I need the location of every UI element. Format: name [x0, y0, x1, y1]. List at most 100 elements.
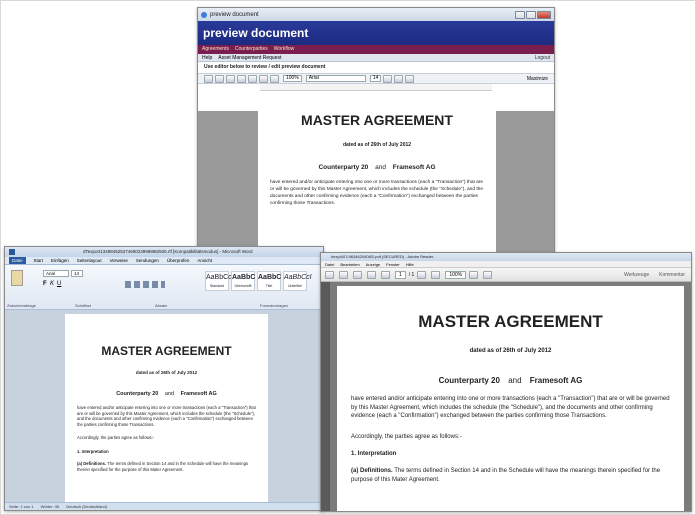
- zoom-in-icon[interactable]: [431, 270, 441, 279]
- tools-panel-button[interactable]: Werkzeuge: [624, 272, 649, 278]
- zoom-out-icon[interactable]: [417, 270, 427, 279]
- style-heading[interactable]: AaBbC Überschrift: [231, 271, 255, 291]
- tab-seitenlayout[interactable]: Seitenlayout: [77, 257, 102, 264]
- size-select[interactable]: 14: [71, 270, 83, 277]
- prev-page-icon[interactable]: [367, 270, 376, 279]
- doc-parties: Counterparty 20 and Framesoft AG: [270, 164, 484, 171]
- menu-bearbeiten[interactable]: Bearbeiten: [340, 261, 359, 267]
- page-number-input[interactable]: 1: [395, 270, 406, 279]
- tab-verweise[interactable]: Verweise: [110, 257, 128, 264]
- editor-toolbar: 100% Arial 14 Maximize: [198, 73, 554, 84]
- group-styles: Formatvorlagen: [260, 303, 289, 308]
- party-counterparty: Counterparty 20: [438, 376, 500, 385]
- window-controls: [515, 10, 551, 19]
- definitions-text: The terms defined in Section 14 and in t…: [351, 468, 661, 483]
- tab-ueberpruefen[interactable]: Überprüfen: [167, 257, 190, 264]
- menu-fenster[interactable]: Fenster: [386, 261, 400, 267]
- editor-ruler: [260, 84, 492, 91]
- word-statusbar: Seite: 1 von 1 Wörter: 95 Deutsch (Deuts…: [5, 502, 323, 510]
- reader-titlebar: hexp4/07/4634620408/2.pdf (SECURED) - Ad…: [321, 253, 691, 261]
- italic-icon[interactable]: [394, 74, 404, 83]
- page-total: / 1: [408, 271, 415, 278]
- doc-section-heading: 1. Interpretation: [77, 448, 109, 454]
- style-subtitle[interactable]: AaBbCcI Untertitel: [283, 271, 312, 291]
- open-icon[interactable]: [325, 270, 334, 279]
- composite-screenshot: preview document preview document Agreem…: [0, 0, 696, 515]
- logout-link[interactable]: Logout: [535, 54, 554, 61]
- nav-counterparties[interactable]: Counterparties: [235, 45, 268, 54]
- maximize-button[interactable]: [526, 10, 536, 19]
- asset-request-link[interactable]: Asset Management Request: [218, 54, 281, 61]
- group-clipboard: Zwischenablage: [7, 303, 36, 308]
- doc-title: MASTER AGREEMENT: [418, 312, 603, 331]
- party-framesoft: Framesoft AG: [392, 164, 436, 171]
- paste-icon[interactable]: [248, 74, 257, 83]
- fit-page-icon[interactable]: [469, 270, 479, 279]
- reader-navigation-pane[interactable]: [321, 282, 330, 511]
- nav-workflow[interactable]: Workflow: [274, 45, 294, 54]
- web-document-page: MASTER AGREEMENT dated as of 26th of Jul…: [258, 109, 496, 258]
- word-titlebar: dTexport13498452527469023998886/506.rtf …: [5, 247, 323, 257]
- help-link[interactable]: Help: [202, 54, 212, 61]
- doc-section-heading: 1. Interpretation: [351, 451, 397, 457]
- zoom-select[interactable]: 100%: [283, 75, 302, 82]
- align-icons[interactable]: [125, 281, 165, 288]
- tab-start[interactable]: Start: [34, 257, 44, 264]
- zoom-select[interactable]: 100%: [445, 270, 467, 279]
- menu-hilfe[interactable]: Hilfe: [406, 261, 414, 267]
- doc-paragraph: have entered and/or anticipate entering …: [77, 405, 256, 427]
- doc-parties: Counterparty 20 and Framesoft AG: [351, 376, 670, 385]
- save-icon[interactable]: [204, 74, 213, 83]
- font-select[interactable]: Arial: [43, 270, 69, 277]
- reader-window: hexp4/07/4634620408/2.pdf (SECURED) - Ad…: [320, 252, 692, 512]
- bold-icon[interactable]: F: [43, 281, 47, 287]
- reader-toolbar: 1 / 1 100% Werkzeuge Kommentar: [321, 268, 691, 282]
- style-standard[interactable]: AaBbCcI Standard: [205, 271, 234, 291]
- image-icon[interactable]: [270, 74, 279, 83]
- party-framesoft: Framesoft AG: [180, 391, 217, 397]
- party-and: and: [164, 391, 175, 397]
- bold-icon[interactable]: [383, 74, 393, 83]
- minimize-button[interactable]: [515, 10, 525, 19]
- main-nav: Agreements Counterparties Workflow: [198, 45, 554, 54]
- menu-datei[interactable]: Datei: [325, 261, 334, 267]
- paste-icon[interactable]: [11, 270, 23, 286]
- browser-icon: [201, 11, 207, 18]
- style-title[interactable]: AaBbC Titel: [257, 271, 281, 291]
- table-icon[interactable]: [259, 74, 268, 83]
- close-button[interactable]: [537, 10, 551, 19]
- nav-agreements[interactable]: Agreements: [202, 45, 229, 54]
- check-icon[interactable]: [215, 74, 224, 83]
- next-page-icon[interactable]: [381, 270, 390, 279]
- reader-title: hexp4/07/4634620408/2.pdf (SECURED) - Ad…: [331, 254, 434, 259]
- doc-title: MASTER AGREEMENT: [101, 344, 232, 358]
- tab-einfuegen[interactable]: Einfügen: [51, 257, 69, 264]
- comment-icon[interactable]: [483, 270, 493, 279]
- font-select[interactable]: Arial: [305, 75, 366, 82]
- underline-icon[interactable]: [405, 74, 415, 83]
- editor-instruction: Use editor below to review / edit previe…: [204, 64, 326, 70]
- maximize-editor-button[interactable]: Maximize: [527, 76, 548, 82]
- group-paragraph: Absatz: [155, 303, 168, 308]
- reader-menubar: Datei Bearbeiten Anzeige Fenster Hilfe: [321, 261, 691, 268]
- copy-icon[interactable]: [237, 74, 246, 83]
- status-words: Wörter: 95: [40, 504, 60, 509]
- doc-accordingly: Accordingly, the parties agree as follow…: [351, 433, 462, 440]
- party-and: and: [508, 376, 522, 385]
- italic-icon[interactable]: K: [50, 281, 54, 287]
- tab-datei[interactable]: Datei: [9, 257, 26, 264]
- styles-gallery: AaBbCcI Standard AaBbC Überschrift AaBbC Ti…: [205, 271, 312, 291]
- cut-icon[interactable]: [226, 74, 235, 83]
- doc-definitions: (a) Definitions. The terms defined in Se…: [77, 461, 256, 472]
- size-select[interactable]: 14: [369, 75, 382, 82]
- word-document-page: MASTER AGREEMENT dated as of 26th of Jul…: [65, 314, 268, 502]
- word-title: dTexport13498452527469023998886/506.rtf …: [83, 249, 253, 254]
- comment-panel-button[interactable]: Kommentar: [659, 272, 685, 278]
- menu-anzeige[interactable]: Anzeige: [366, 261, 380, 267]
- tab-sendungen[interactable]: Sendungen: [136, 257, 159, 264]
- tab-ansicht[interactable]: Ansicht: [197, 257, 212, 264]
- underline-icon[interactable]: U: [57, 281, 61, 287]
- email-icon[interactable]: [353, 270, 362, 279]
- doc-dated: dated as of 26th of July 2012: [469, 348, 552, 354]
- print-icon[interactable]: [339, 270, 348, 279]
